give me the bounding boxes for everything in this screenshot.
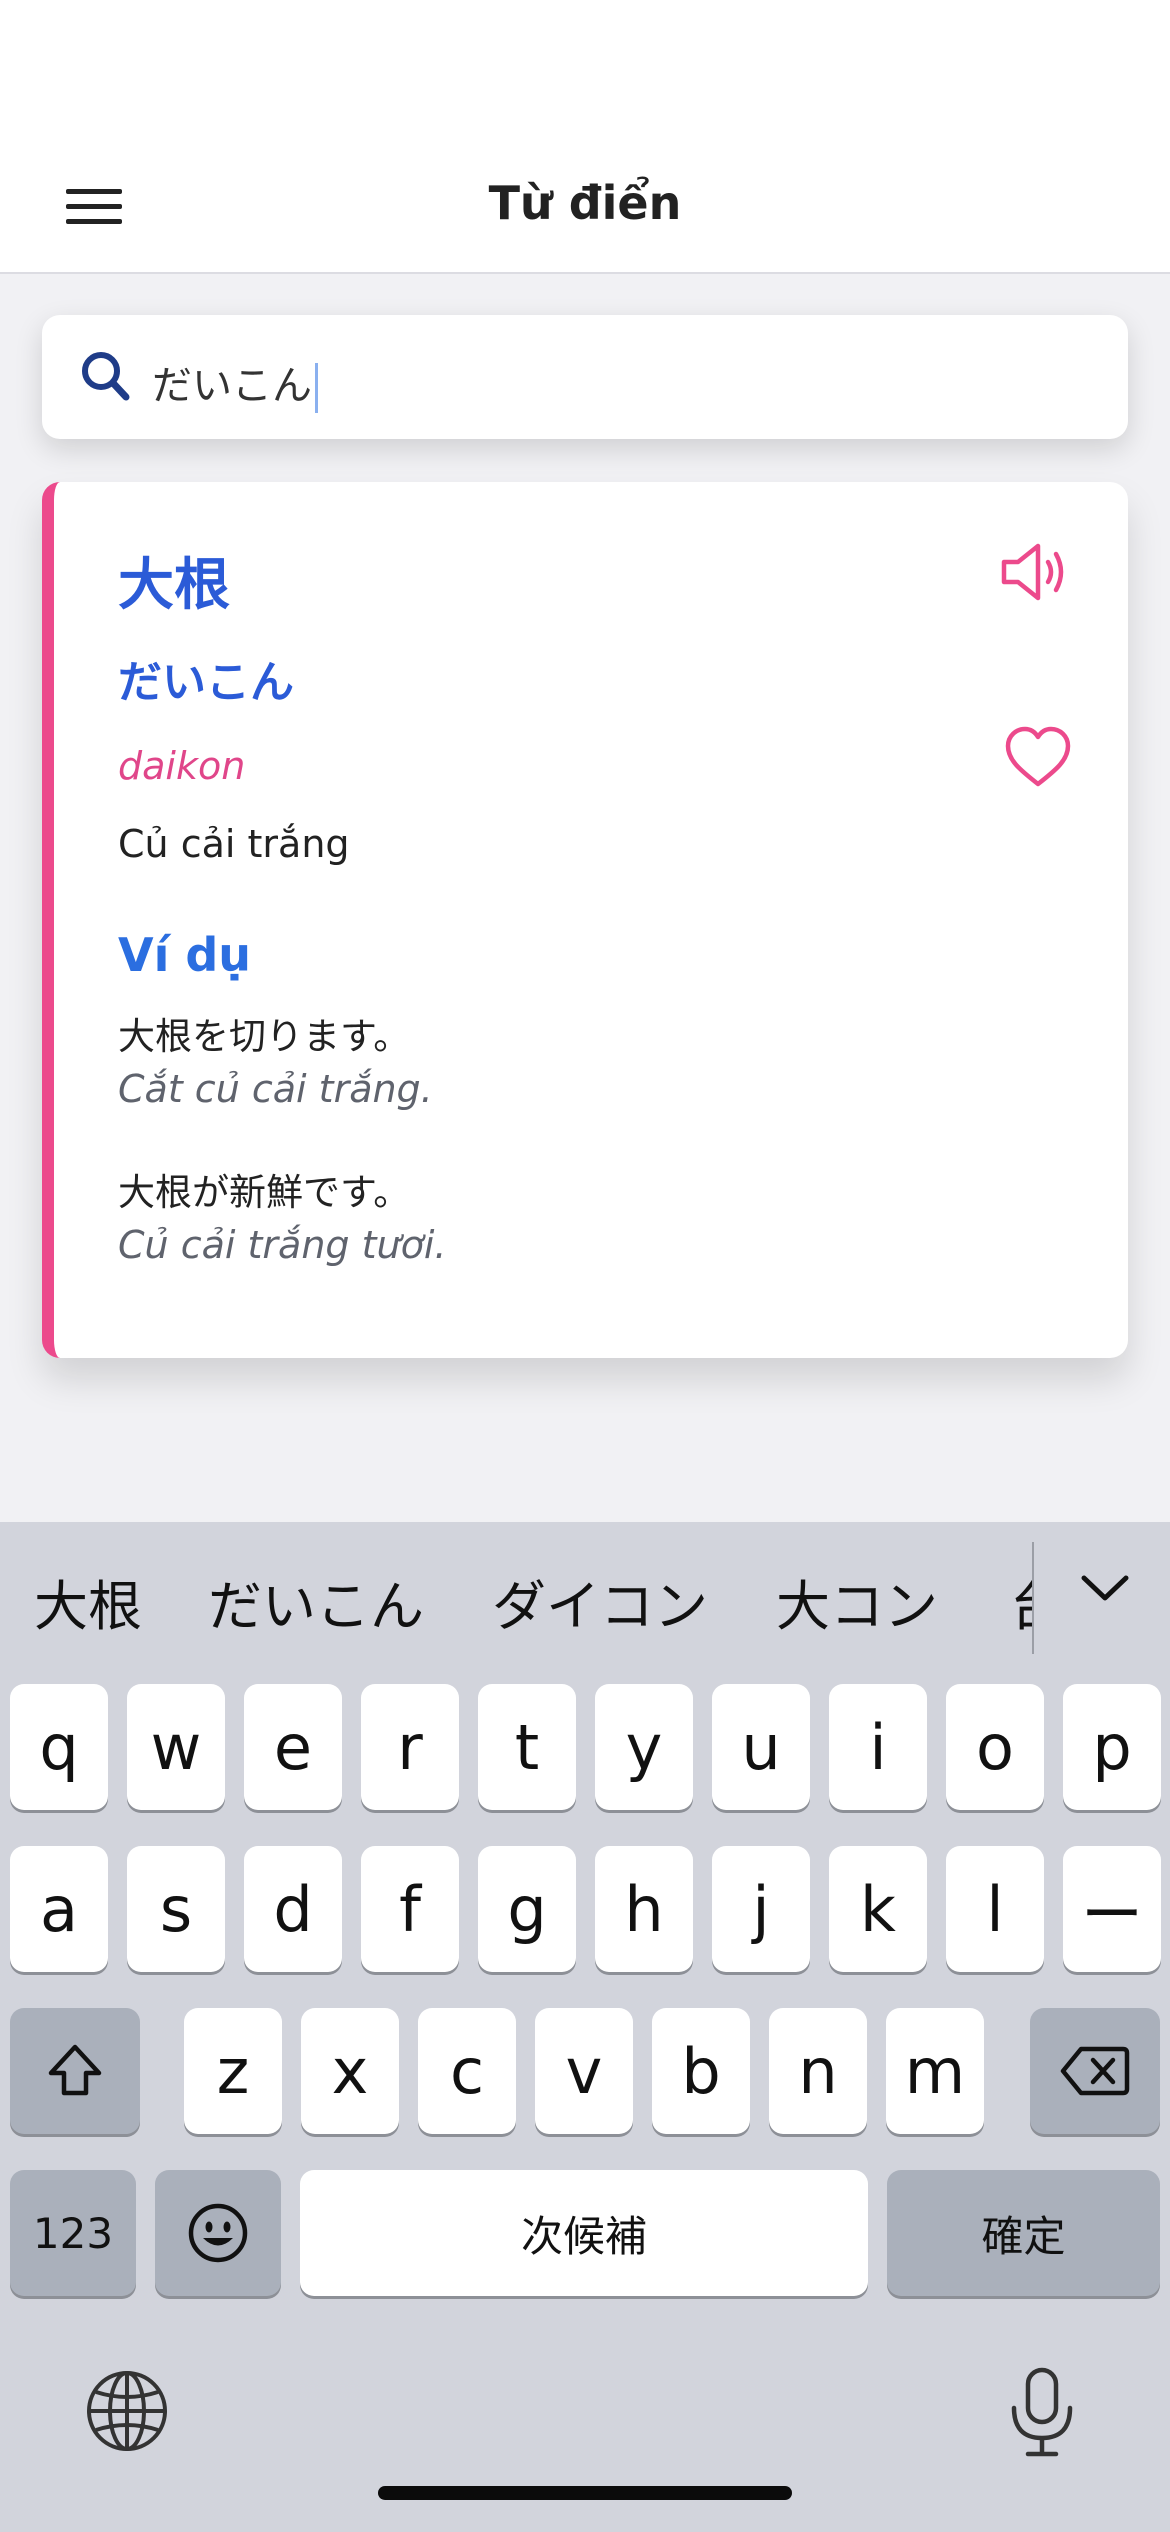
- confirm-key[interactable]: 確定: [887, 2170, 1160, 2296]
- key-o[interactable]: o: [946, 1684, 1044, 1810]
- heart-icon[interactable]: [1002, 722, 1074, 794]
- entry-meaning: Củ cải trắng: [118, 822, 350, 866]
- key-p[interactable]: p: [1063, 1684, 1161, 1810]
- page-title: Từ điển: [488, 176, 682, 230]
- key-l[interactable]: l: [946, 1846, 1044, 1972]
- shift-key[interactable]: [10, 2008, 140, 2134]
- key-u[interactable]: u: [712, 1684, 810, 1810]
- candidate-item[interactable]: だいこん: [208, 1562, 424, 1641]
- entry-romaji: daikon: [118, 744, 246, 788]
- candidate-item-partial-label: 台: [1010, 1562, 1034, 1641]
- key-k[interactable]: k: [829, 1846, 927, 1972]
- key-j[interactable]: j: [712, 1846, 810, 1972]
- candidate-item[interactable]: 大コン: [776, 1562, 938, 1641]
- key-t[interactable]: t: [478, 1684, 576, 1810]
- key-z[interactable]: z: [184, 2008, 282, 2134]
- example-2-translation: Củ cải trắng tươi.: [118, 1223, 447, 1267]
- home-indicator[interactable]: [378, 2486, 792, 2500]
- example-1-translation: Cắt củ cải trắng.: [118, 1067, 433, 1111]
- example-2-japanese: 大根が新鮮です。: [118, 1171, 411, 1214]
- key-c[interactable]: c: [418, 2008, 516, 2134]
- globe-icon[interactable]: [84, 2368, 170, 2454]
- shift-icon: [48, 2044, 102, 2096]
- candidate-item-partial[interactable]: 台: [1010, 1562, 1034, 1642]
- dictionary-entry-card: 大根 だいこん daikon Củ cải trắng Ví dụ 大根を切りま…: [42, 482, 1128, 1358]
- key-m[interactable]: m: [886, 2008, 984, 2134]
- key-long-vowel[interactable]: ー: [1063, 1846, 1161, 1972]
- text-caret: [315, 363, 318, 413]
- candidate-item[interactable]: 大根: [34, 1562, 142, 1641]
- search-input-value: だいこん: [152, 363, 312, 409]
- space-key[interactable]: 次候補: [300, 2170, 868, 2296]
- microphone-icon[interactable]: [1006, 2364, 1078, 2460]
- search-input[interactable]: だいこん: [152, 353, 318, 413]
- search-bar[interactable]: だいこん: [42, 315, 1128, 439]
- key-y[interactable]: y: [595, 1684, 693, 1810]
- key-v[interactable]: v: [535, 2008, 633, 2134]
- speaker-icon[interactable]: [998, 534, 1074, 610]
- backspace-icon: [1060, 2046, 1130, 2096]
- key-h[interactable]: h: [595, 1846, 693, 1972]
- chevron-down-icon[interactable]: [1070, 1558, 1140, 1618]
- numbers-key[interactable]: 123: [10, 2170, 136, 2296]
- app-header: Từ điển: [0, 0, 1170, 274]
- entry-kanji: 大根: [118, 553, 230, 618]
- examples-heading: Ví dụ: [118, 928, 252, 982]
- example-1-japanese: 大根を切ります。: [118, 1015, 411, 1058]
- key-g[interactable]: g: [478, 1846, 576, 1972]
- key-x[interactable]: x: [301, 2008, 399, 2134]
- key-e[interactable]: e: [244, 1684, 342, 1810]
- key-a[interactable]: a: [10, 1846, 108, 1972]
- japanese-keyboard: 大根 だいこん ダイコン 大コン 台 q w e r t y u i o p a…: [0, 1522, 1170, 2532]
- search-icon: [82, 352, 130, 401]
- emoji-key[interactable]: [155, 2170, 281, 2296]
- key-n[interactable]: n: [769, 2008, 867, 2134]
- key-s[interactable]: s: [127, 1846, 225, 1972]
- candidate-divider: [1032, 1542, 1034, 1654]
- key-r[interactable]: r: [361, 1684, 459, 1810]
- key-q[interactable]: q: [10, 1684, 108, 1810]
- key-i[interactable]: i: [829, 1684, 927, 1810]
- emoji-icon: [188, 2203, 248, 2263]
- candidate-bar: 大根 だいこん ダイコン 大コン 台: [0, 1522, 1170, 1672]
- candidate-item[interactable]: ダイコン: [492, 1562, 708, 1641]
- key-w[interactable]: w: [127, 1684, 225, 1810]
- key-f[interactable]: f: [361, 1846, 459, 1972]
- delete-key[interactable]: [1030, 2008, 1160, 2134]
- key-d[interactable]: d: [244, 1846, 342, 1972]
- entry-kana: だいこん: [118, 657, 294, 708]
- key-b[interactable]: b: [652, 2008, 750, 2134]
